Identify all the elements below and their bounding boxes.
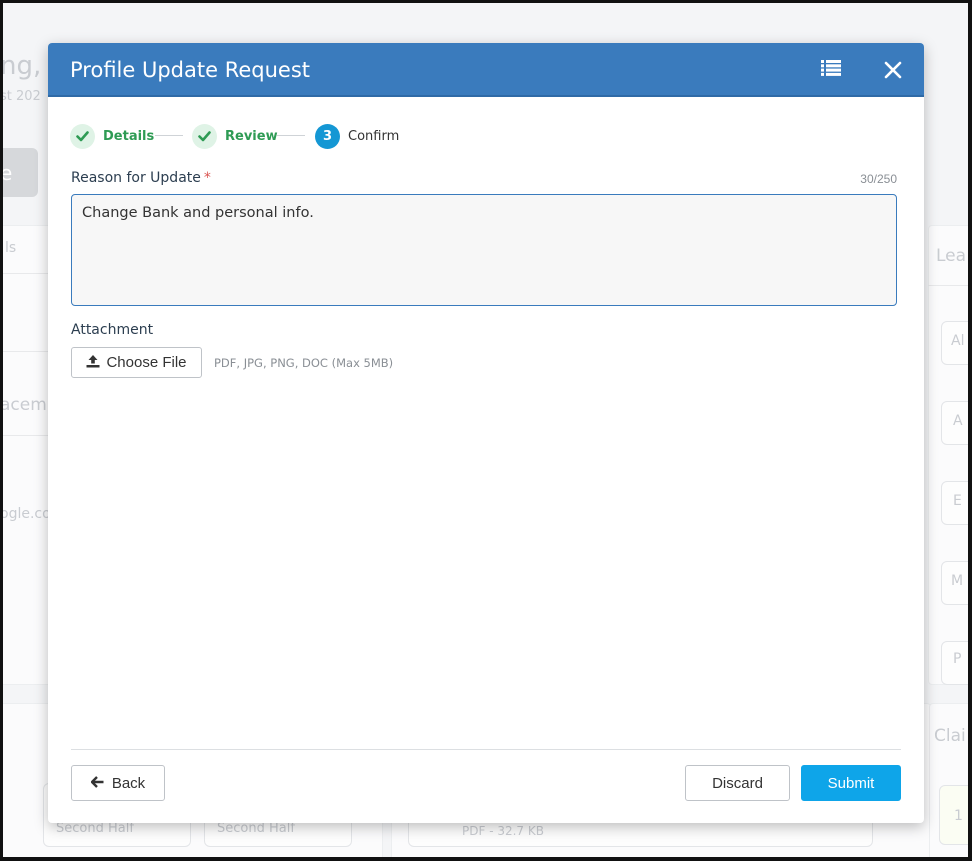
step-number: 3 bbox=[315, 123, 340, 149]
modal-header: Profile Update Request bbox=[48, 43, 924, 97]
step-connector bbox=[155, 135, 183, 136]
step-connector bbox=[277, 135, 305, 136]
bg-heading-fragment: ng, bbox=[3, 51, 42, 81]
footer-divider bbox=[71, 749, 901, 750]
reason-textarea[interactable]: Change Bank and personal info. bbox=[71, 194, 897, 306]
bg-divider bbox=[3, 273, 48, 274]
required-mark: * bbox=[203, 170, 211, 186]
bg-section-fragment: acem bbox=[3, 395, 47, 415]
bg-half-text: Second Half bbox=[56, 821, 134, 836]
check-icon bbox=[70, 123, 95, 149]
upload-icon bbox=[86, 354, 100, 372]
bg-right-item-fragment: P bbox=[953, 651, 962, 667]
step-review: Review bbox=[192, 123, 278, 149]
check-icon bbox=[192, 123, 217, 149]
bg-right-card bbox=[928, 225, 968, 685]
bg-divider bbox=[928, 285, 968, 286]
bg-left-card bbox=[3, 225, 53, 685]
bg-divider bbox=[3, 435, 48, 436]
file-hint: PDF, JPG, PNG, DOC (Max 5MB) bbox=[214, 356, 394, 370]
bg-divider bbox=[3, 351, 48, 352]
profile-update-modal: Profile Update Request Details Review 3 … bbox=[48, 43, 924, 823]
choose-file-label: Choose File bbox=[106, 354, 187, 371]
bg-right-item-fragment: A bbox=[953, 413, 963, 429]
step-label: Review bbox=[225, 128, 278, 144]
bg-right-item-fragment: M bbox=[951, 573, 964, 589]
choose-file-button[interactable]: Choose File bbox=[71, 347, 202, 378]
bg-half-text: Second Half bbox=[217, 821, 295, 836]
bg-link-fragment: ogle.co bbox=[3, 506, 51, 522]
bg-file-meta-text: PDF - 32.7 KB bbox=[462, 824, 544, 838]
step-label: Confirm bbox=[348, 128, 400, 144]
submit-button[interactable]: Submit bbox=[801, 765, 901, 801]
modal-title: Profile Update Request bbox=[70, 58, 311, 82]
attachment-label: Attachment bbox=[71, 322, 154, 338]
arrow-left-icon bbox=[90, 775, 104, 792]
bg-right-item-fragment: Al bbox=[951, 333, 965, 349]
close-icon[interactable] bbox=[881, 58, 905, 82]
bg-claim-fragment: Clai bbox=[934, 726, 966, 746]
step-confirm: 3 Confirm bbox=[315, 123, 399, 149]
back-button[interactable]: Back bbox=[71, 765, 165, 801]
stepper: Details Review 3 Confirm bbox=[70, 123, 470, 149]
char-counter: 30/250 bbox=[860, 172, 897, 186]
reason-label: Reason for Update * bbox=[71, 170, 211, 186]
bg-right-heading-fragment: Lea bbox=[936, 246, 967, 266]
bg-tab-fragment: ls bbox=[5, 240, 17, 256]
back-label: Back bbox=[111, 774, 146, 792]
bg-button-fragment: e bbox=[3, 161, 13, 185]
step-label: Details bbox=[103, 128, 155, 144]
step-details: Details bbox=[70, 123, 154, 149]
bg-date-fragment: st 202 bbox=[3, 89, 41, 104]
reason-label-text: Reason for Update bbox=[71, 170, 201, 186]
discard-button[interactable]: Discard bbox=[685, 765, 790, 801]
bg-right-item-fragment: E bbox=[953, 493, 962, 509]
bg-claim-count-fragment: 1 bbox=[954, 808, 963, 824]
list-icon[interactable] bbox=[821, 57, 843, 77]
